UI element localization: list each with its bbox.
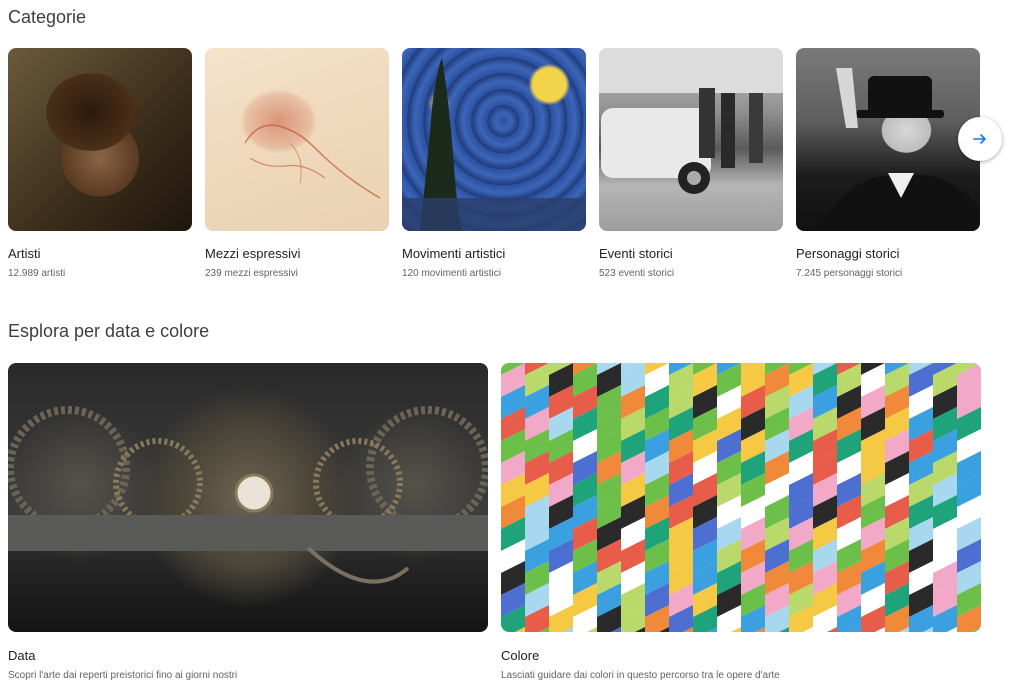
photo-illustration <box>599 48 783 194</box>
explore-label[interactable]: Data <box>8 648 35 663</box>
category-count: 12.989 artisti <box>8 268 66 279</box>
category-count: 523 eventi storici <box>599 268 675 279</box>
explore-image-data[interactable] <box>8 363 488 632</box>
explore-card-colore[interactable]: Colore Lasciati guidare dai colori in qu… <box>501 363 981 681</box>
category-label[interactable]: Artisti <box>8 246 41 261</box>
category-image-artisti[interactable] <box>8 48 192 231</box>
section-title-categories: Categorie <box>8 7 87 27</box>
category-card-artisti[interactable]: Artisti 12.989 artisti <box>8 48 192 279</box>
category-card-mezzi-espressivi[interactable]: Mezzi espressivi 239 mezzi espressivi <box>205 48 389 279</box>
category-image-movimenti-artistici[interactable] <box>402 48 586 231</box>
category-image-mezzi-espressivi[interactable] <box>205 48 389 231</box>
category-image-personaggi-storici[interactable] <box>796 48 980 231</box>
category-label[interactable]: Eventi storici <box>599 246 673 261</box>
carousel-next-button[interactable] <box>958 117 1002 161</box>
portrait-illustration <box>816 68 980 231</box>
explore-label[interactable]: Colore <box>501 648 539 663</box>
category-label[interactable]: Movimenti artistici <box>402 246 505 261</box>
category-count: 7.245 personaggi storici <box>796 268 903 279</box>
section-title-explore: Esplora per data e colore <box>8 321 210 341</box>
category-image-eventi-storici[interactable] <box>599 48 783 231</box>
category-card-movimenti-artistici[interactable]: Movimenti artistici 120 movimenti artist… <box>402 48 586 279</box>
category-count: 239 mezzi espressivi <box>205 268 298 279</box>
category-card-eventi-storici[interactable]: Eventi storici 523 eventi storici <box>599 48 783 279</box>
category-card-personaggi-storici[interactable]: Personaggi storici 7.245 personaggi stor… <box>796 48 980 279</box>
arrow-right-icon <box>973 134 986 144</box>
sketch-illustration <box>244 124 381 199</box>
painting-illustration <box>402 58 586 231</box>
explore-image-colore[interactable] <box>501 363 981 632</box>
clockwork-illustration <box>8 406 488 584</box>
category-label[interactable]: Mezzi espressivi <box>205 246 300 261</box>
explore-description: Scopri l'arte dai reperti preistorici fi… <box>8 670 238 681</box>
color-stripes-illustration <box>501 363 981 632</box>
explore-card-data[interactable]: Data Scopri l'arte dai reperti preistori… <box>8 363 488 681</box>
explore-description: Lasciati guidare dai colori in questo pe… <box>501 670 780 681</box>
category-count: 120 movimenti artistici <box>402 268 501 279</box>
category-label[interactable]: Personaggi storici <box>796 246 899 261</box>
